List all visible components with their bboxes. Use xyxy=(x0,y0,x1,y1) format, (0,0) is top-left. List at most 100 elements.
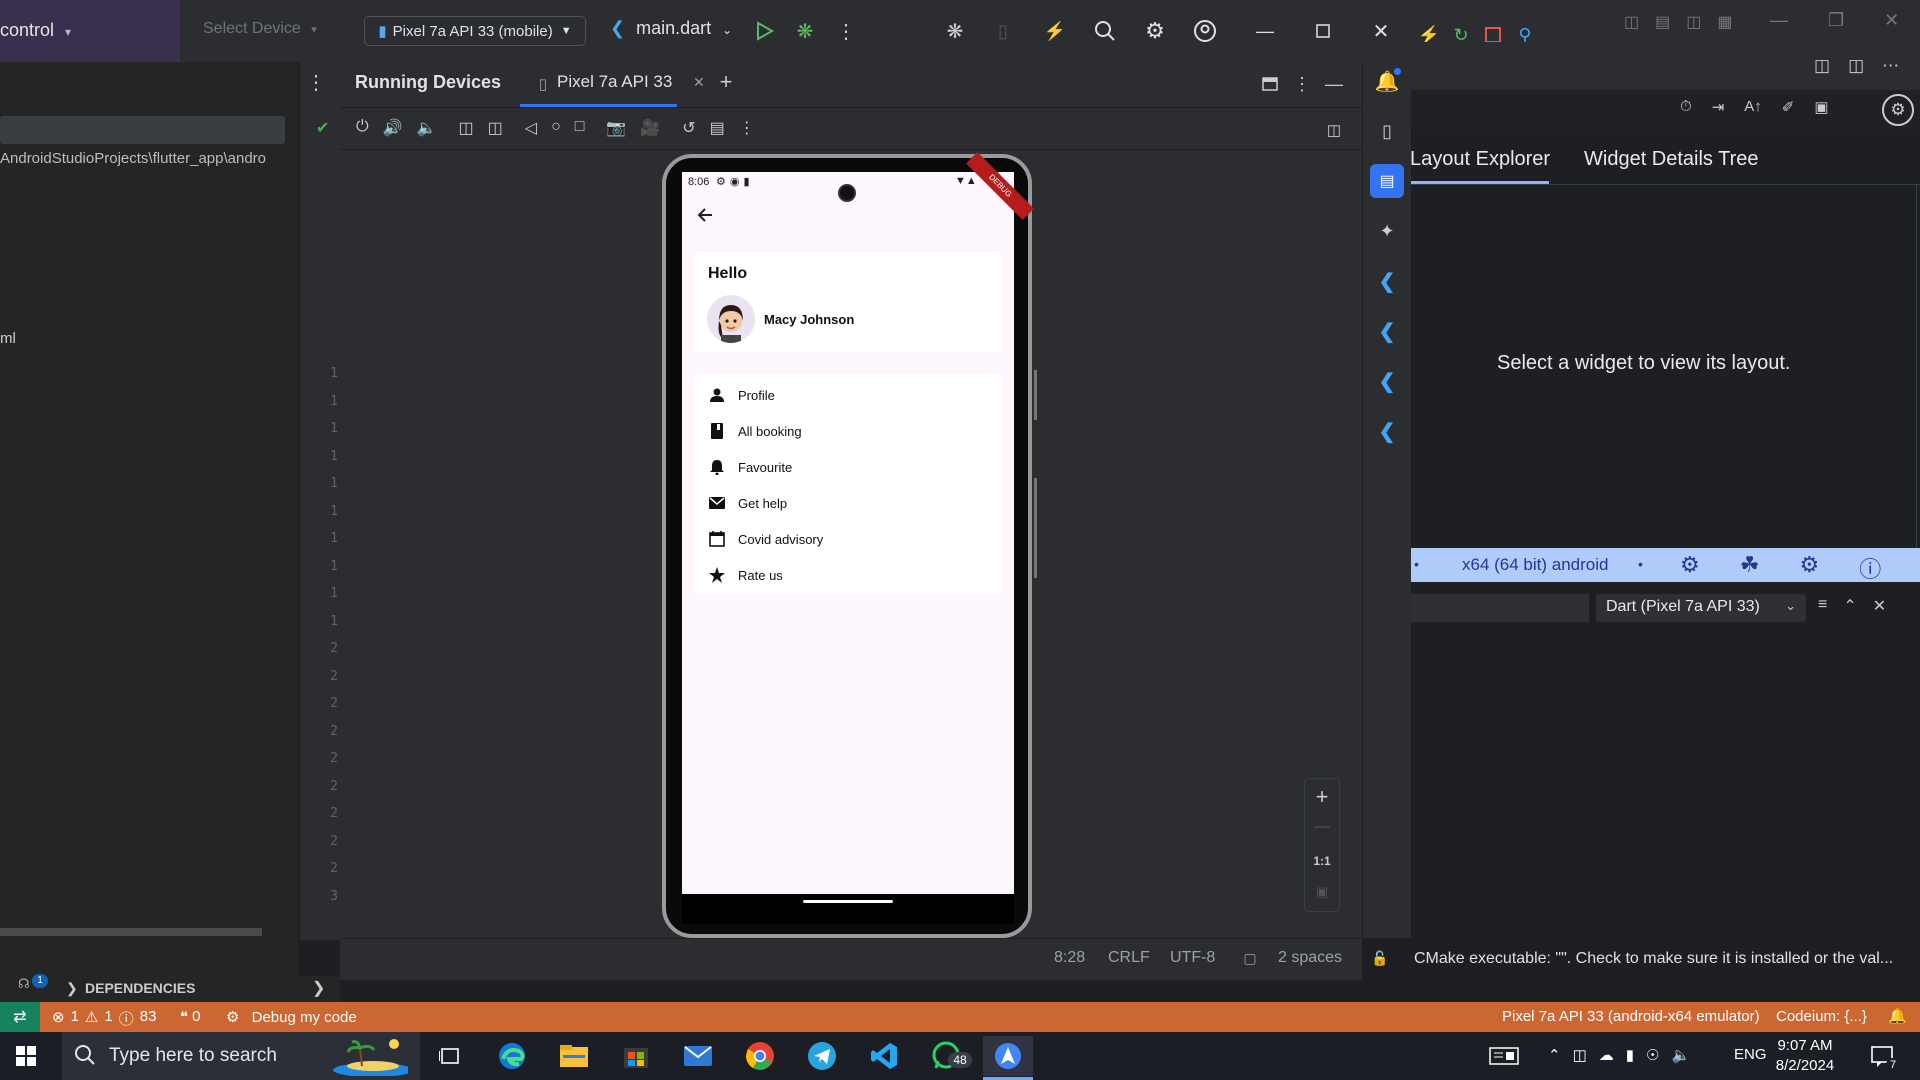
codeium-indicator[interactable]: Codeium: {...} xyxy=(1776,1008,1867,1025)
volume-icon[interactable]: 🔈 xyxy=(1671,1046,1690,1064)
volume-down-icon[interactable]: 🔈 xyxy=(417,118,437,138)
more-vertical-icon[interactable]: ⋮ xyxy=(1293,72,1311,96)
debug-indicator[interactable]: ⚙ Debug my code xyxy=(226,1008,357,1026)
device-tab[interactable]: Pixel 7a API 33 ✕ xyxy=(557,72,705,92)
problems-indicator[interactable]: ⊗ 1 ⚠ 1 ⓘ 83 xyxy=(52,1008,156,1029)
layout-grid-icon[interactable]: ▦ xyxy=(1717,12,1732,32)
close-icon[interactable]: ✕ xyxy=(1368,18,1394,44)
flutter-icon[interactable]: ❮ xyxy=(1374,368,1400,394)
edge-icon[interactable] xyxy=(487,1036,537,1076)
tab-layout-explorer[interactable]: Layout Explorer xyxy=(1410,148,1550,171)
list-item[interactable]: Get help xyxy=(708,491,787,515)
minimize-panel-icon[interactable]: — xyxy=(1324,72,1344,96)
panel-right-icon[interactable]: ◫ xyxy=(1686,12,1701,32)
help-icon[interactable]: ⓘ xyxy=(1859,552,1881,584)
task-view-icon[interactable] xyxy=(425,1036,475,1076)
running-devices-icon[interactable]: ▤ xyxy=(1370,164,1404,198)
list-item[interactable]: Rate us xyxy=(708,563,783,587)
sidebar-search-input[interactable] xyxy=(0,116,285,144)
zoom-actual-size-button[interactable]: 1:1 xyxy=(1310,854,1334,868)
zoom-in-button[interactable]: + xyxy=(1312,784,1332,810)
back-arrow-icon[interactable] xyxy=(694,204,716,226)
screen-record-icon[interactable]: 🎥 xyxy=(640,118,660,138)
more-vertical-icon[interactable]: ⋮ xyxy=(306,70,326,94)
chrome-icon[interactable] xyxy=(735,1036,785,1076)
volume-up-icon[interactable]: 🔊 xyxy=(383,118,403,138)
gemini-icon[interactable]: ✦ xyxy=(1374,218,1400,244)
avatar[interactable] xyxy=(707,295,755,343)
onedrive-icon[interactable]: ☁ xyxy=(1599,1046,1614,1064)
news-widget-icon[interactable] xyxy=(1488,1046,1520,1066)
zoom-out-button[interactable]: — xyxy=(1312,818,1332,836)
open-in-browser-icon[interactable]: ◫ xyxy=(1814,56,1830,76)
collapse-icon[interactable]: ⌃ xyxy=(1843,596,1856,616)
vscode-icon[interactable] xyxy=(859,1036,909,1076)
battery-icon[interactable]: ▮ xyxy=(1626,1046,1634,1064)
clock[interactable]: 9:07 AM 8/2/2024 xyxy=(1760,1036,1850,1076)
list-item[interactable]: Favourite xyxy=(708,455,792,479)
search-icon[interactable] xyxy=(1092,18,1118,44)
close-icon[interactable]: ✕ xyxy=(693,74,705,90)
ports-indicator[interactable]: ❝ 0 xyxy=(180,1008,200,1026)
side-button[interactable] xyxy=(1034,370,1037,420)
cursor-position[interactable]: 8:28 xyxy=(1054,949,1085,967)
device-dropdown[interactable]: ▮ Pixel 7a API 33 (mobile) ▼ xyxy=(364,16,586,46)
file-encoding[interactable]: UTF-8 xyxy=(1170,949,1215,967)
split-view-icon[interactable]: ◫ xyxy=(1848,56,1864,76)
horizontal-scrollbar[interactable] xyxy=(0,928,262,936)
flutter-icon[interactable]: ❮ xyxy=(1374,268,1400,294)
panel-bottom-icon[interactable]: ▤ xyxy=(1655,12,1670,32)
readonly-icon[interactable]: ▢ xyxy=(1240,948,1260,968)
run-config-dropdown[interactable]: ❮ main.dart ⌄ xyxy=(610,18,732,39)
home-gesture-bar[interactable] xyxy=(803,900,893,903)
run-icon[interactable] xyxy=(752,18,778,44)
close-icon[interactable]: ✕ xyxy=(1884,10,1899,31)
highlight-images-icon[interactable]: ▣ xyxy=(1814,98,1828,116)
line-separator[interactable]: CRLF xyxy=(1108,949,1150,967)
add-tab-icon[interactable]: + xyxy=(716,69,736,94)
screenshot-icon[interactable]: 📷 xyxy=(606,118,626,138)
restore-icon[interactable]: ❐ xyxy=(1828,10,1844,31)
file-explorer-icon[interactable] xyxy=(549,1036,599,1076)
store-icon[interactable] xyxy=(611,1036,661,1076)
highlight-repaints-icon[interactable]: ✐ xyxy=(1782,98,1795,116)
list-item[interactable]: All booking xyxy=(708,419,802,443)
list-item[interactable]: Covid advisory xyxy=(708,527,823,551)
console-filter-input[interactable] xyxy=(1411,594,1589,622)
dependencies-header[interactable]: DEPENDENCIES xyxy=(85,980,195,996)
snapshot-icon[interactable]: ↺ xyxy=(682,118,695,138)
minimize-icon[interactable]: — xyxy=(1770,10,1788,31)
power-icon[interactable]: ⏻ xyxy=(356,118,369,138)
device-manager-icon[interactable]: ▯ xyxy=(1374,118,1400,144)
lock-icon[interactable]: 🔓 xyxy=(1370,948,1390,968)
indent-setting[interactable]: 2 spaces xyxy=(1278,949,1342,967)
remote-icon[interactable]: ⇄ xyxy=(0,1002,40,1032)
home-icon[interactable]: ○ xyxy=(551,118,561,138)
debug-icon[interactable]: ❋ xyxy=(792,18,818,44)
windows-start-icon[interactable] xyxy=(14,1044,38,1068)
show-guidelines-icon[interactable]: ⇥ xyxy=(1712,98,1725,116)
maximize-icon[interactable] xyxy=(1310,18,1336,44)
isolate-dropdown[interactable]: Dart (Pixel 7a API 33) ⌄ xyxy=(1596,594,1806,622)
wifi-icon[interactable]: ☉ xyxy=(1646,1046,1659,1064)
extension-icon[interactable]: ☘ xyxy=(1740,552,1760,584)
tab-widget-details-tree[interactable]: Widget Details Tree xyxy=(1584,148,1759,171)
taskbar-search[interactable]: Type here to search xyxy=(62,1032,420,1080)
close-icon[interactable]: ✕ xyxy=(1873,596,1886,616)
file-name-fragment[interactable]: ml xyxy=(0,330,16,347)
settings-icon[interactable]: ⚙ xyxy=(1680,552,1700,584)
android-studio-icon[interactable] xyxy=(983,1036,1033,1076)
overview-icon[interactable]: □ xyxy=(575,118,585,138)
zoom-view-icon[interactable]: ◫ xyxy=(1324,120,1344,140)
flutter-icon[interactable]: ❮ xyxy=(1374,418,1400,444)
extended-controls-icon[interactable]: ▤ xyxy=(710,118,725,138)
clear-console-icon[interactable]: ≡ xyxy=(1818,596,1827,616)
account-icon[interactable] xyxy=(1192,18,1218,44)
tray-chevron-icon[interactable]: ⌃ xyxy=(1548,1046,1561,1064)
show-baselines-icon[interactable]: A↑ xyxy=(1744,98,1762,116)
back-icon[interactable]: ◁ xyxy=(525,118,537,138)
rotate-left-icon[interactable]: ◫ xyxy=(459,118,474,138)
select-device-dropdown[interactable]: Select Device ▾ xyxy=(203,20,317,38)
minimize-icon[interactable]: — xyxy=(1252,18,1278,44)
fit-screen-icon[interactable]: ▣ xyxy=(1314,884,1330,900)
